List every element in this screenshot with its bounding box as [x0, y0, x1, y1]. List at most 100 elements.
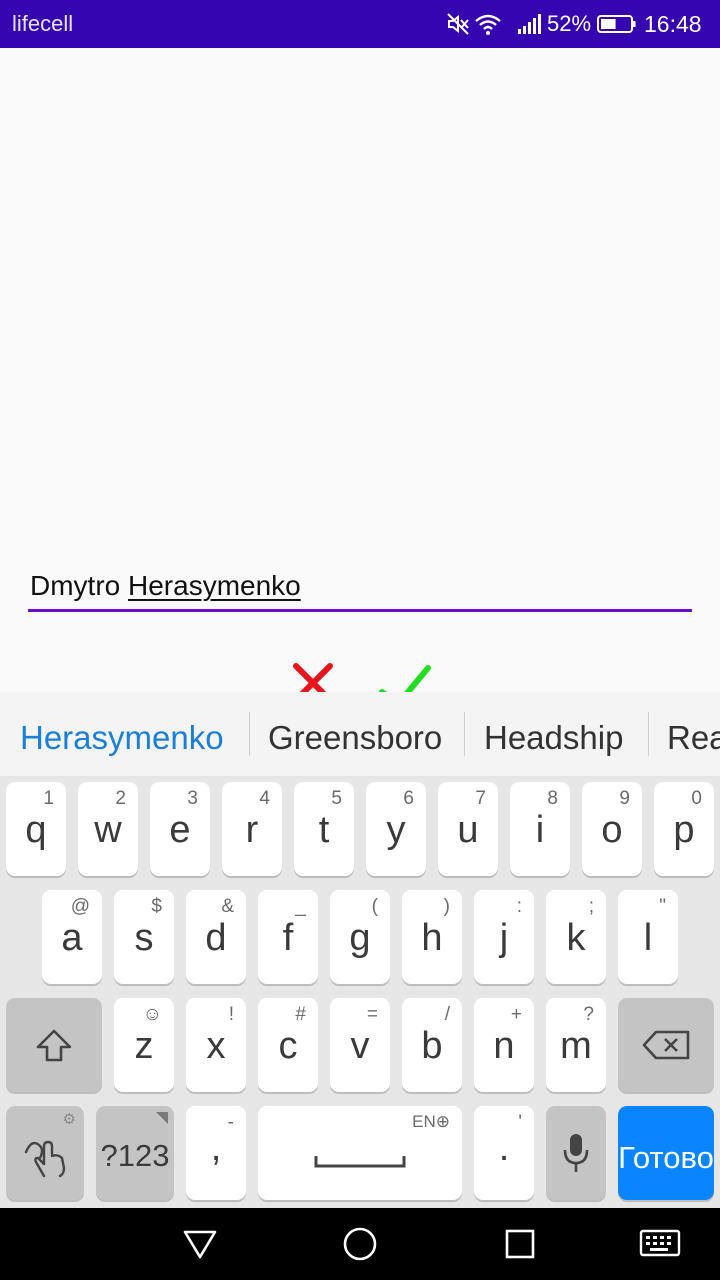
home-icon[interactable]: [328, 1208, 392, 1280]
navigation-bar: [0, 1208, 720, 1280]
key-label: r: [245, 809, 259, 851]
key-hint: !: [228, 1004, 234, 1025]
suggestion-item[interactable]: Headship: [484, 692, 623, 776]
key-b[interactable]: / b: [402, 998, 462, 1092]
back-icon[interactable]: [168, 1208, 232, 1280]
key-hint: _: [295, 896, 306, 917]
composing-word: Herasymenko: [128, 570, 301, 601]
key-hint: @: [70, 896, 90, 917]
key-l[interactable]: " l: [618, 890, 678, 984]
key-label: j: [499, 917, 509, 959]
gesture-key[interactable]: ⚙: [6, 1106, 84, 1200]
key-v[interactable]: = v: [330, 998, 390, 1092]
key-i[interactable]: 8i: [510, 782, 570, 876]
symbols-label: ?123: [100, 1138, 170, 1173]
suggestion-divider: [648, 712, 649, 756]
comma-key[interactable]: - ,: [186, 1106, 246, 1200]
check-icon[interactable]: [376, 658, 436, 692]
key-s[interactable]: $ s: [114, 890, 174, 984]
name-input[interactable]: Dmytro Herasymenko: [28, 564, 692, 612]
key-hint: ☺: [142, 1004, 162, 1025]
key-z[interactable]: ☺ z: [114, 998, 174, 1092]
key-k[interactable]: ; k: [546, 890, 606, 984]
key-x[interactable]: ! x: [186, 998, 246, 1092]
period-key[interactable]: ' .: [474, 1106, 534, 1200]
keyboard: 1q2w3e4r5t6y7u8i9o0p @ a $ s & d _ f(g) h: j; k " l …: [0, 776, 720, 1208]
key-n[interactable]: + n: [474, 998, 534, 1092]
key-hint: =: [366, 1004, 378, 1025]
key-label: z: [134, 1025, 154, 1067]
key-hint: #: [295, 1004, 306, 1025]
voice-input-key[interactable]: [546, 1106, 606, 1200]
key-label: v: [350, 1025, 370, 1067]
mute-icon: [446, 0, 470, 48]
shift-key[interactable]: [6, 998, 102, 1092]
recents-icon[interactable]: [488, 1208, 552, 1280]
key-m[interactable]: ? m: [546, 998, 606, 1092]
key-label: n: [493, 1025, 515, 1067]
suggestion-strip: Herasymenko Greensboro Headship Rea: [0, 692, 720, 776]
key-label: h: [421, 917, 443, 959]
key-label: d: [205, 917, 227, 959]
key-c[interactable]: # c: [258, 998, 318, 1092]
key-hint: 6: [403, 788, 414, 809]
suggestion-item[interactable]: Herasymenko: [20, 692, 224, 776]
suggestion-divider: [249, 712, 250, 756]
key-hint: 2: [115, 788, 126, 809]
key-label: k: [566, 917, 586, 959]
key-hint: 0: [691, 788, 702, 809]
key-q[interactable]: 1q: [6, 782, 66, 876]
suggestion-item[interactable]: Greensboro: [268, 692, 442, 776]
space-key[interactable]: EN⊕: [258, 1106, 462, 1200]
key-u[interactable]: 7u: [438, 782, 498, 876]
key-a[interactable]: @ a: [42, 890, 102, 984]
name-input-text[interactable]: Dmytro Herasymenko: [30, 570, 301, 602]
key-hint: &: [221, 896, 234, 917]
key-y[interactable]: 6y: [366, 782, 426, 876]
key-f[interactable]: _ f: [258, 890, 318, 984]
key-p[interactable]: 0p: [654, 782, 714, 876]
key-label: e: [169, 809, 191, 851]
close-icon[interactable]: [288, 658, 338, 692]
key-hint: /: [444, 1004, 450, 1025]
space-bar-icon: [314, 1156, 406, 1168]
key-hint: (: [371, 896, 378, 917]
key-label: q: [25, 809, 47, 851]
done-label: Готово: [618, 1140, 714, 1175]
wifi-icon: [474, 0, 502, 48]
key-r[interactable]: 4r: [222, 782, 282, 876]
key-hint: 4: [259, 788, 270, 809]
keyboard-switch-icon[interactable]: [628, 1208, 692, 1280]
key-label: m: [560, 1025, 592, 1067]
key-j[interactable]: :j: [474, 890, 534, 984]
key-g[interactable]: (g: [330, 890, 390, 984]
microphone-icon: [562, 1132, 590, 1179]
key-t[interactable]: 5t: [294, 782, 354, 876]
key-d[interactable]: & d: [186, 890, 246, 984]
key-o[interactable]: 9o: [582, 782, 642, 876]
corner-indicator-icon: [156, 1112, 168, 1124]
suggestion-item[interactable]: Rea: [667, 692, 720, 776]
key-hint: ?: [583, 1004, 594, 1025]
clock: 16:48: [644, 11, 702, 37]
key-label: u: [457, 809, 479, 851]
key-w[interactable]: 2w: [78, 782, 138, 876]
key-label: w: [94, 809, 122, 851]
key-hint: 9: [619, 788, 630, 809]
key-label: f: [282, 917, 294, 959]
key-e[interactable]: 3e: [150, 782, 210, 876]
battery-icon: [597, 0, 637, 48]
key-h[interactable]: ) h: [402, 890, 462, 984]
key-label: p: [673, 809, 695, 851]
backspace-icon: [642, 1030, 690, 1065]
backspace-key[interactable]: [618, 998, 714, 1092]
key-label: s: [134, 917, 154, 959]
key-hint: ): [443, 896, 450, 917]
key-label: .: [498, 1127, 510, 1169]
key-hint: :: [516, 896, 522, 917]
done-button[interactable]: Готово: [618, 1106, 714, 1200]
symbols-key[interactable]: ?123: [96, 1106, 174, 1200]
input-underline: [28, 609, 692, 612]
editor-area: Dmytro Herasymenko: [0, 48, 720, 692]
signal-icon: [516, 0, 544, 48]
